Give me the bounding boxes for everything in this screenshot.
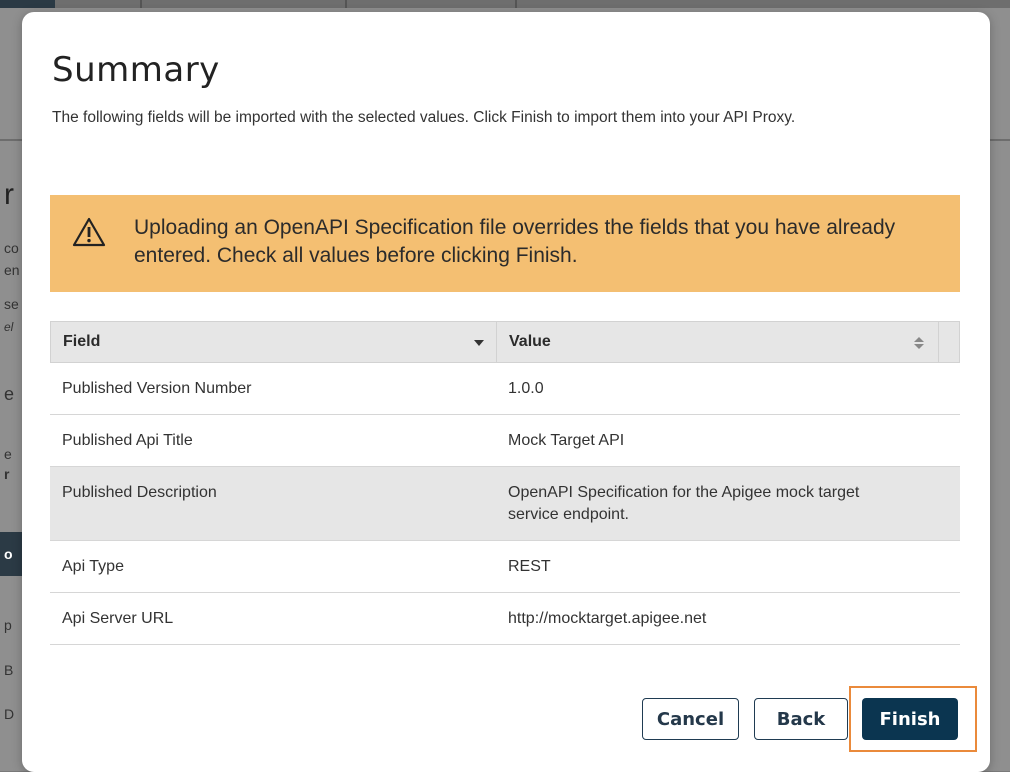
warning-text: Uploading an OpenAPI Specification file … (134, 216, 896, 267)
background-text: D (4, 706, 15, 722)
sort-descending-icon (474, 340, 484, 346)
column-header-label: Field (63, 333, 101, 350)
table-row: Published Description OpenAPI Specificat… (50, 467, 960, 541)
column-header-field[interactable]: Field (51, 322, 497, 362)
field-cell: Published Version Number (62, 380, 252, 397)
background-text: r (4, 466, 10, 482)
finish-button[interactable]: Finish (862, 698, 958, 740)
field-cell: Api Type (62, 558, 124, 575)
column-header-spacer (939, 322, 959, 362)
column-header-value[interactable]: Value (497, 322, 939, 362)
value-cell: 1.0.0 (508, 380, 544, 397)
value-cell: REST (508, 558, 551, 575)
summary-table: Field Value Published Version Number 1.0… (50, 321, 960, 645)
field-cell: Api Server URL (62, 610, 174, 627)
background-text: en (4, 262, 20, 278)
summary-dialog: Summary The following fields will be imp… (22, 12, 990, 772)
background-text: e (4, 384, 15, 404)
background-topbar (0, 0, 1010, 8)
column-header-label: Value (509, 333, 551, 350)
table-row: Published Api Title Mock Target API (50, 415, 960, 467)
table-row: Api Type REST (50, 541, 960, 593)
table-header: Field Value (50, 321, 960, 363)
background-text: p (4, 617, 12, 633)
warning-triangle-icon (72, 217, 106, 247)
value-cell: http://mocktarget.apigee.net (508, 610, 707, 627)
value-cell: Mock Target API (508, 432, 625, 449)
dialog-title: Summary (52, 50, 220, 90)
background-text: se (4, 296, 19, 312)
background-text: r (4, 178, 14, 211)
background-text: o (4, 546, 13, 562)
background-text: B (4, 662, 14, 678)
background-text: e (4, 446, 12, 462)
back-button[interactable]: Back (754, 698, 848, 740)
background-text: co (4, 240, 19, 256)
background-divider (0, 139, 22, 141)
warning-banner: Uploading an OpenAPI Specification file … (50, 195, 960, 292)
field-cell: Published Api Title (62, 432, 193, 449)
table-row: Published Version Number 1.0.0 (50, 363, 960, 415)
table-row: Api Server URL http://mocktarget.apigee.… (50, 593, 960, 645)
background-divider (990, 139, 1010, 141)
background-text: el (4, 320, 14, 334)
field-cell: Published Description (62, 484, 217, 501)
value-cell: OpenAPI Specification for the Apigee moc… (508, 484, 860, 523)
dialog-description: The following fields will be imported wi… (52, 109, 796, 126)
sort-icon (914, 335, 924, 351)
cancel-button[interactable]: Cancel (642, 698, 739, 740)
